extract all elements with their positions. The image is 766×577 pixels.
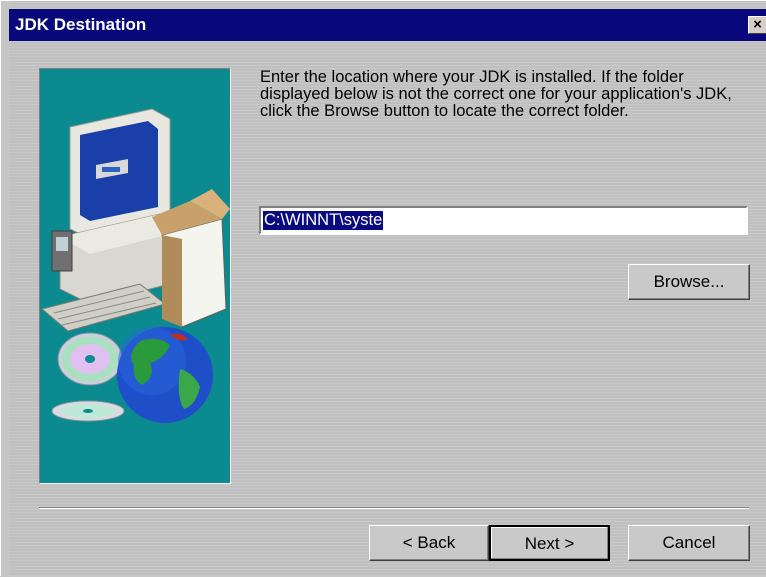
button-divider bbox=[39, 507, 749, 509]
cancel-button-label: Cancel bbox=[662, 533, 716, 552]
globe-icon bbox=[117, 327, 213, 423]
close-icon: × bbox=[753, 16, 762, 33]
next-button[interactable]: Next > bbox=[489, 525, 610, 561]
jdk-path-value[interactable]: C:\WINNT\syste bbox=[263, 211, 384, 230]
cancel-button[interactable]: Cancel bbox=[628, 525, 750, 561]
title-bar[interactable]: JDK Destination × bbox=[9, 9, 766, 41]
back-button-label: < Back bbox=[402, 533, 456, 552]
window-left-edge bbox=[1, 1, 9, 577]
setup-illustration bbox=[39, 68, 231, 484]
window-title: JDK Destination bbox=[15, 15, 147, 34]
close-button[interactable]: × bbox=[748, 16, 766, 34]
back-button[interactable]: < Back bbox=[369, 525, 489, 561]
illustration-svg bbox=[40, 108, 230, 423]
browse-button[interactable]: Browse... bbox=[628, 264, 750, 300]
instructions-text: Enter the location where your JDK is ins… bbox=[260, 68, 732, 120]
cdrom-icon bbox=[51, 332, 125, 422]
jdk-path-field[interactable]: C:\WINNT\syste bbox=[259, 206, 748, 235]
browse-button-label: Browse... bbox=[653, 272, 725, 291]
next-button-label: Next > bbox=[524, 534, 575, 553]
setup-dialog: JDK Destination × Enter the location whe… bbox=[0, 0, 766, 577]
